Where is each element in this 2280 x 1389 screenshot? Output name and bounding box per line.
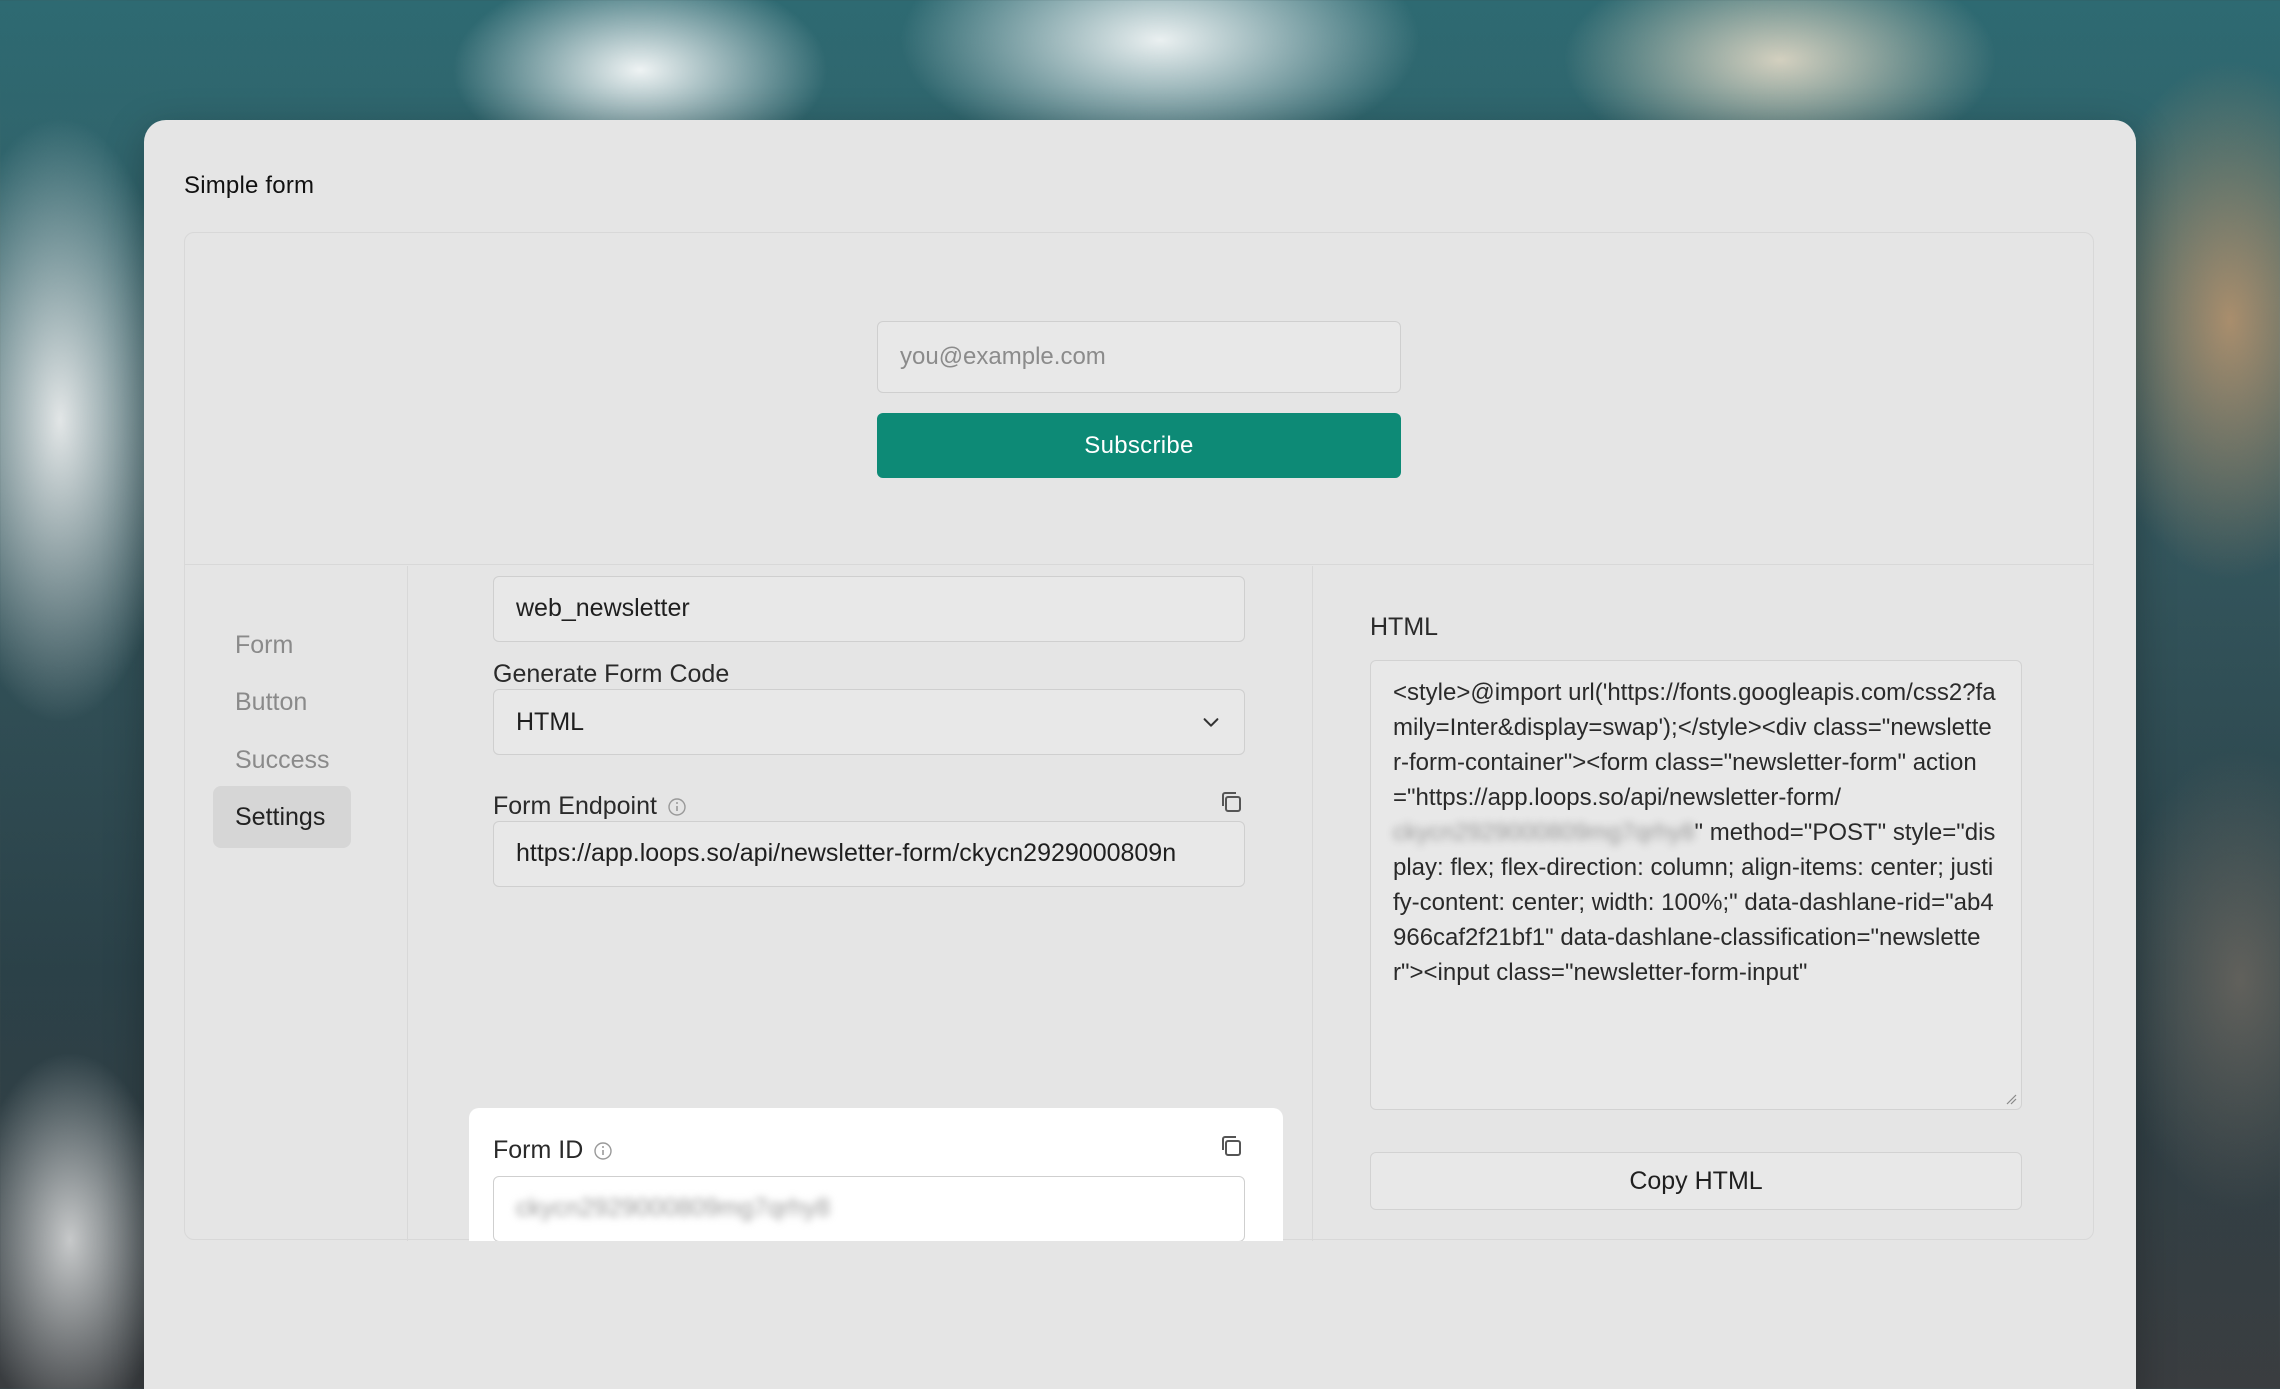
subscribe-button[interactable]: Subscribe <box>877 413 1401 478</box>
endpoint-field[interactable]: https://app.loops.so/api/newsletter-form… <box>493 821 1245 887</box>
copy-html-button[interactable]: Copy HTML <box>1370 1152 2022 1210</box>
code-form-id: ckycn2929000809mg7qrhy8 <box>1393 819 1695 846</box>
chevron-down-icon <box>1203 718 1219 727</box>
form-id-field[interactable]: ckycn2929000809mg7qrhy8 <box>493 1176 1245 1241</box>
generate-code-label-text: Generate Form Code <box>493 660 730 688</box>
form-id-label-text: Form ID <box>493 1136 584 1164</box>
sidebar-item-button[interactable]: Button <box>213 671 351 733</box>
settings-fields: web_newsletter Generate Form Code HTML F… <box>409 566 1312 1241</box>
form-id-value: ckycn2929000809mg7qrhy8 <box>516 1194 831 1222</box>
code-text-before: <style>@import url('https://fonts.google… <box>1393 679 1996 811</box>
window-title: Simple form <box>184 172 315 199</box>
settings-sidebar: Form Button Success Settings <box>185 566 408 1241</box>
info-icon[interactable] <box>593 1141 613 1161</box>
sidebar-item-settings[interactable]: Settings <box>213 786 351 848</box>
editor-panel: Subscribe Form Button Success Settings w… <box>184 232 2095 1241</box>
html-label: HTML <box>1370 613 1439 641</box>
form-editor-window: Simple form Subscribe Form Button Succes… <box>144 120 2136 1389</box>
generate-code-label: Generate Form Code <box>493 660 729 689</box>
email-input[interactable] <box>877 321 1401 393</box>
form-id-card: Form ID ckycn2929000809mg7qrhy8 <box>469 1108 1283 1241</box>
sidebar-item-success[interactable]: Success <box>213 729 351 791</box>
form-id-label: Form ID <box>493 1136 613 1165</box>
code-output: HTML <style>@import url('https://fonts.g… <box>1312 566 2095 1241</box>
generate-code-select[interactable]: HTML <box>493 689 1245 755</box>
endpoint-label: Form Endpoint <box>493 792 687 821</box>
copy-form-id-icon[interactable] <box>1217 1132 1245 1160</box>
html-code-textarea[interactable]: <style>@import url('https://fonts.google… <box>1370 660 2022 1110</box>
endpoint-label-text: Form Endpoint <box>493 792 657 820</box>
sidebar-item-form[interactable]: Form <box>213 614 351 676</box>
form-preview: Subscribe <box>185 233 2093 565</box>
copy-endpoint-icon[interactable] <box>1217 788 1245 816</box>
generate-code-value: HTML <box>516 707 585 736</box>
info-icon[interactable] <box>667 797 687 817</box>
resize-handle-icon[interactable] <box>2005 1093 2017 1105</box>
form-source-field[interactable]: web_newsletter <box>493 576 1245 642</box>
